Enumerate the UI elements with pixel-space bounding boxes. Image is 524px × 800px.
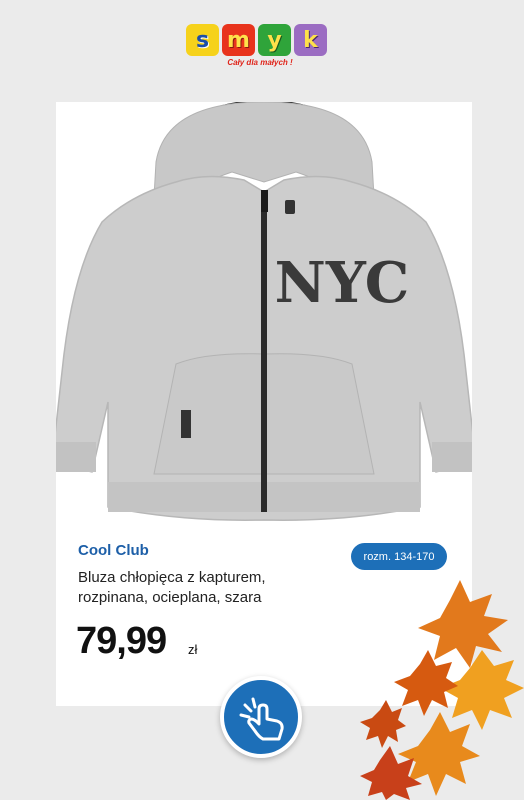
brand-name[interactable]: Cool Club [78,542,149,559]
logo-letter-k: k [294,24,327,56]
logo-letter-m: m [222,24,255,56]
brand-logo[interactable]: s m y k Cały dla małych ! [186,24,334,74]
description-line-1: Bluza chłopięca z kapturem, [78,569,266,586]
logo-letter-s: s [186,24,219,56]
tap-button[interactable] [220,676,302,758]
hoodie-image[interactable]: NYC [56,102,472,522]
tap-hand-icon [239,697,284,741]
logo-tagline: Cały dla małych ! [227,58,293,67]
logo-letters: s m y k [186,24,334,56]
price-currency: zł [188,642,198,657]
product-description: Bluza chłopięca z kapturem, rozpinana, o… [78,568,338,608]
autumn-leaves-icon [360,580,524,800]
size-badge[interactable]: rozm. 134-170 [351,543,447,570]
hoodie-print: NYC [275,250,410,316]
product-price: 79,99 [76,620,167,662]
description-line-2: rozpinana, ocieplana, szara [78,589,262,606]
logo-letter-y: y [258,24,291,56]
